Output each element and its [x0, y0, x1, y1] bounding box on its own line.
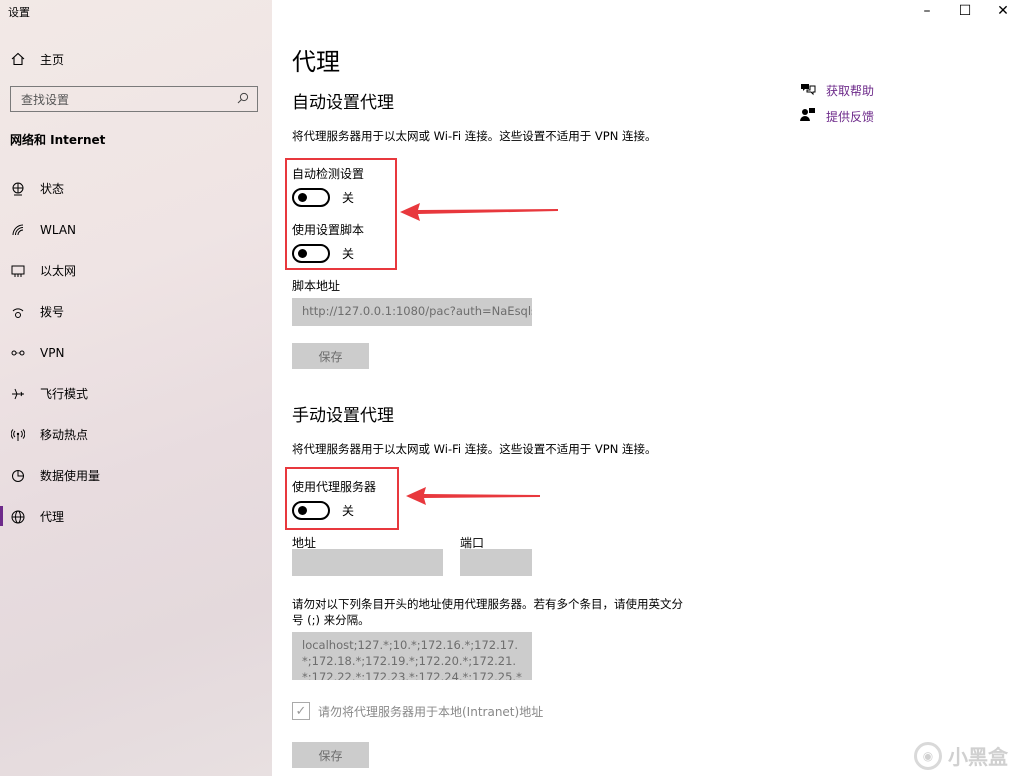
- globe-status-icon: [10, 181, 26, 197]
- sidebar-item-wlan[interactable]: WLAN: [0, 209, 272, 250]
- get-help-label: 获取帮助: [826, 84, 875, 98]
- auto-detect-toggle[interactable]: 关: [292, 188, 354, 207]
- sidebar-item-dialup[interactable]: 拨号: [0, 291, 272, 332]
- watermark-logo-icon: ◉: [914, 741, 942, 770]
- toggle-knob: [298, 249, 307, 258]
- sidebar-item-label: 数据使用量: [40, 469, 101, 483]
- exceptions-field[interactable]: localhost;127.*;10.*;172.16.*;172.17.*;1…: [292, 632, 532, 680]
- get-help-link[interactable]: 获取帮助: [800, 82, 874, 99]
- sidebar-item-status[interactable]: 状态: [0, 168, 272, 209]
- toggle-state: 关: [342, 504, 355, 518]
- annotation-arrow-manual: [406, 487, 540, 505]
- nav-list: 状态 WLAN 以太网 拨号 VPN 飞行模式 移动热点 数据使用量 代理: [0, 168, 272, 537]
- script-address-label: 脚本地址: [292, 279, 341, 293]
- feedback-link[interactable]: 提供反馈: [800, 108, 874, 125]
- home-nav-item[interactable]: 主页: [10, 48, 64, 70]
- sidebar: 设置 主页 查找设置 网络和 Internet 状态 WLAN 以太网 拨号 V…: [0, 0, 272, 776]
- sidebar-item-data-usage[interactable]: 数据使用量: [0, 455, 272, 496]
- globe-icon: [10, 509, 26, 525]
- vpn-icon: [10, 345, 26, 361]
- annotation-arrow-auto: [400, 203, 558, 221]
- sidebar-item-vpn[interactable]: VPN: [0, 332, 272, 373]
- setup-script-toggle[interactable]: 关: [292, 244, 354, 263]
- auto-proxy-heading: 自动设置代理: [292, 93, 394, 113]
- sidebar-item-proxy[interactable]: 代理: [0, 496, 272, 537]
- toggle-track[interactable]: [292, 244, 330, 263]
- auto-detect-label: 自动检测设置: [292, 167, 365, 181]
- home-label: 主页: [40, 52, 65, 67]
- exceptions-description: 请勿对以下列条目开头的地址使用代理服务器。若有多个条目，请使用英文分号 (;) …: [292, 597, 683, 627]
- dialup-icon: [10, 304, 26, 320]
- annotation-box-manual: [285, 467, 399, 530]
- setup-script-label: 使用设置脚本: [292, 223, 365, 237]
- sidebar-item-label: 状态: [40, 182, 65, 196]
- home-icon: [10, 51, 26, 67]
- toggle-state: 关: [342, 191, 355, 205]
- search-placeholder: 查找设置: [21, 92, 70, 107]
- page-title: 代理: [292, 48, 340, 76]
- sidebar-item-label: 移动热点: [40, 428, 89, 442]
- maximize-button[interactable]: ☐: [946, 0, 984, 22]
- wifi-icon: [10, 222, 26, 238]
- save-manual-button[interactable]: 保存: [292, 742, 369, 768]
- toggle-track[interactable]: [292, 501, 330, 520]
- watermark-text: 小黑盒: [948, 745, 1008, 769]
- data-usage-icon: [10, 468, 26, 484]
- watermark: ◉ 小黑盒: [914, 741, 1008, 770]
- toggle-knob: [298, 506, 307, 515]
- sidebar-item-ethernet[interactable]: 以太网: [0, 250, 272, 291]
- manual-proxy-heading: 手动设置代理: [292, 406, 394, 426]
- section-label: 网络和 Internet: [10, 133, 106, 147]
- toggle-knob: [298, 193, 307, 202]
- toggle-state: 关: [342, 247, 355, 261]
- bypass-local-label: 请勿将代理服务器用于本地(Intranet)地址: [318, 704, 544, 719]
- help-chat-icon: [800, 82, 816, 99]
- proxy-port-field[interactable]: [460, 549, 532, 576]
- manual-proxy-description: 将代理服务器用于以太网或 Wi-Fi 连接。这些设置不适用于 VPN 连接。: [292, 442, 657, 456]
- toggle-track[interactable]: [292, 188, 330, 207]
- minimize-button[interactable]: –: [908, 0, 946, 22]
- sidebar-item-label: VPN: [40, 345, 65, 360]
- auto-proxy-description: 将代理服务器用于以太网或 Wi-Fi 连接。这些设置不适用于 VPN 连接。: [292, 129, 657, 143]
- airplane-icon: [10, 386, 26, 402]
- hotspot-icon: [10, 427, 26, 443]
- proxy-address-field[interactable]: [292, 549, 443, 576]
- sidebar-item-label: 拨号: [40, 305, 65, 319]
- sidebar-item-airplane[interactable]: 飞行模式: [0, 373, 272, 414]
- save-script-button[interactable]: 保存: [292, 343, 369, 369]
- window-controls: – ☐ ✕: [908, 0, 1022, 22]
- feedback-icon: [800, 108, 816, 125]
- sidebar-item-label: WLAN: [40, 222, 77, 237]
- search-icon[interactable]: [237, 92, 249, 107]
- search-input[interactable]: 查找设置: [10, 86, 258, 112]
- bypass-local-checkbox-row[interactable]: ✓ 请勿将代理服务器用于本地(Intranet)地址: [292, 702, 543, 720]
- use-proxy-toggle[interactable]: 关: [292, 501, 354, 520]
- sidebar-item-label: 代理: [40, 510, 65, 524]
- use-proxy-label: 使用代理服务器: [292, 480, 377, 494]
- script-address-field[interactable]: http://127.0.0.1:1080/pac?auth=NaEsqlsqr: [292, 298, 532, 326]
- app-title: 设置: [8, 6, 30, 19]
- close-button[interactable]: ✕: [984, 0, 1022, 22]
- sidebar-item-label: 飞行模式: [40, 387, 89, 401]
- sidebar-item-label: 以太网: [40, 264, 77, 278]
- ethernet-icon: [10, 263, 26, 279]
- sidebar-item-hotspot[interactable]: 移动热点: [0, 414, 272, 455]
- feedback-label: 提供反馈: [826, 110, 875, 124]
- bypass-local-checkbox[interactable]: ✓: [292, 702, 310, 720]
